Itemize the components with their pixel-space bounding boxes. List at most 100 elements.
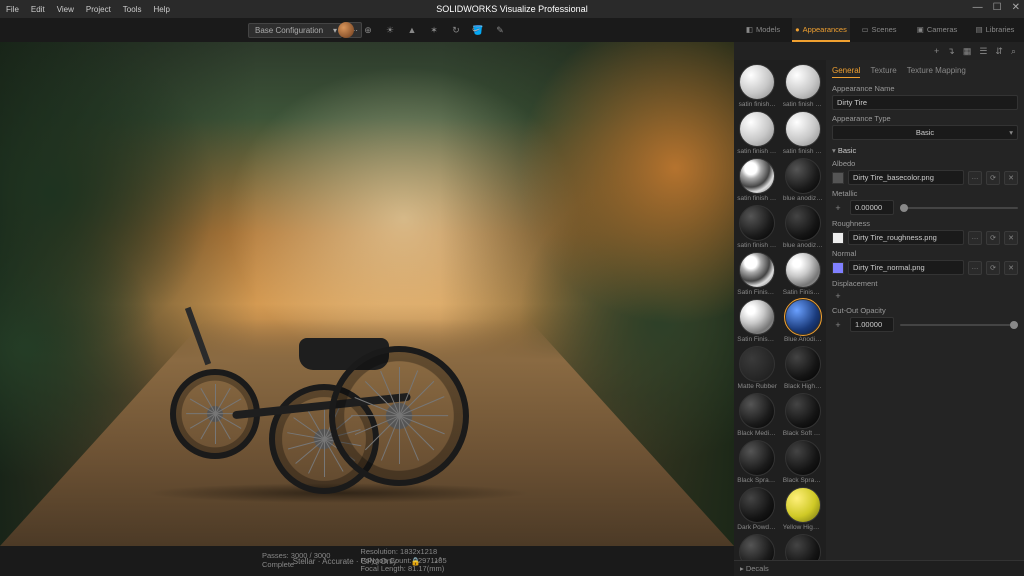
material-ball-icon bbox=[785, 111, 821, 147]
appearance-name-field[interactable]: Dirty Tire bbox=[832, 95, 1018, 110]
tab-libraries[interactable]: ▤Libraries bbox=[966, 18, 1024, 42]
normal-reload-icon[interactable]: ⟳ bbox=[986, 261, 1000, 275]
maximize-icon[interactable]: ☐ bbox=[993, 2, 1002, 13]
material-ball-icon bbox=[739, 158, 775, 194]
sort-icon[interactable]: ⇵ bbox=[995, 46, 1003, 57]
viewport[interactable] bbox=[0, 42, 734, 546]
appearance-label: Matte Rubber bbox=[737, 383, 777, 390]
appearance-label: Satin Finish… bbox=[737, 336, 777, 343]
tab-cameras[interactable]: ▣Cameras bbox=[908, 18, 966, 42]
proptab-general[interactable]: General bbox=[832, 64, 860, 78]
menu-project[interactable]: Project bbox=[86, 5, 111, 14]
albedo-chip[interactable] bbox=[832, 172, 844, 184]
menu-tools[interactable]: Tools bbox=[123, 5, 142, 14]
albedo-texture-field[interactable]: Dirty Tire_basecolor.png bbox=[848, 170, 964, 185]
appearance-swatch[interactable]: Black Soft T… bbox=[782, 393, 825, 437]
normal-browse-button[interactable]: … bbox=[968, 261, 982, 275]
grid-view-icon[interactable]: ▦ bbox=[963, 46, 972, 57]
toolbar-wand-icon[interactable]: ✎ bbox=[492, 22, 508, 38]
albedo-reload-icon[interactable]: ⟳ bbox=[986, 171, 1000, 185]
import-button[interactable]: ↴ bbox=[947, 46, 955, 57]
appearance-swatch[interactable]: Black High… bbox=[782, 346, 825, 390]
roughness-browse-button[interactable]: … bbox=[968, 231, 982, 245]
section-basic[interactable]: Basic bbox=[832, 146, 1018, 155]
appearance-swatch[interactable]: Yellow High… bbox=[782, 487, 825, 531]
appearance-library[interactable]: satin finish…satin finish s…satin finish… bbox=[734, 60, 826, 560]
toolbar-refresh-icon[interactable]: ↻ bbox=[448, 22, 464, 38]
roughness-reload-icon[interactable]: ⟳ bbox=[986, 231, 1000, 245]
appearance-label: Black Soft T… bbox=[783, 430, 823, 437]
material-ball-icon bbox=[739, 205, 775, 241]
filter-icon[interactable]: ⌕ bbox=[1011, 46, 1016, 57]
roughness-label: Roughness bbox=[832, 219, 1018, 228]
appearance-type-label: Appearance Type bbox=[832, 114, 1018, 123]
appearance-swatch[interactable]: blue anodiz… bbox=[782, 205, 825, 249]
appearance-swatch[interactable]: satin finish s… bbox=[782, 64, 825, 108]
lock-icon[interactable]: 🔒 bbox=[411, 557, 421, 566]
menu-view[interactable]: View bbox=[57, 5, 74, 14]
appearance-type-select[interactable]: Basic bbox=[832, 125, 1018, 140]
material-ball-icon bbox=[785, 346, 821, 382]
properties-panel: General Texture Texture Mapping Appearan… bbox=[826, 60, 1024, 560]
cutout-add-icon[interactable]: + bbox=[832, 319, 844, 331]
toolbar-axes-icon[interactable]: ✶ bbox=[426, 22, 442, 38]
configuration-select[interactable]: Base Configuration bbox=[248, 23, 342, 38]
appearance-swatch[interactable]: Black Mediu… bbox=[736, 393, 779, 437]
appearance-swatch[interactable]: Blue Anodi… bbox=[782, 299, 825, 343]
appearance-swatch[interactable]: Satin Finish… bbox=[736, 252, 779, 296]
appearance-swatch[interactable]: blue anodiz… bbox=[782, 158, 825, 202]
appearance-swatch[interactable]: Black Spray… bbox=[736, 440, 779, 484]
appearance-label: satin finish s… bbox=[783, 101, 823, 108]
cutout-slider[interactable] bbox=[900, 324, 1018, 326]
material-ball-icon bbox=[739, 487, 775, 523]
appearance-swatch[interactable]: Dirty Tire 2 bbox=[782, 534, 825, 560]
normal-clear-icon[interactable]: ✕ bbox=[1004, 261, 1018, 275]
minimize-icon[interactable]: — bbox=[973, 2, 983, 13]
albedo-browse-button[interactable]: … bbox=[968, 171, 982, 185]
displacement-add-icon[interactable]: + bbox=[832, 290, 844, 302]
material-preset-icon[interactable] bbox=[338, 22, 354, 38]
appearance-swatch[interactable]: satin finish… bbox=[736, 64, 779, 108]
toolbar-mesh-icon[interactable]: ▲ bbox=[404, 22, 420, 38]
close-icon[interactable]: ✕ bbox=[1012, 2, 1020, 13]
list-view-icon[interactable]: ☰ bbox=[979, 46, 987, 57]
toolbar-bucket-icon[interactable]: 🪣 bbox=[470, 22, 486, 38]
appearance-swatch[interactable]: satin finish s… bbox=[736, 158, 779, 202]
appearance-swatch[interactable]: satin finish s… bbox=[736, 111, 779, 155]
appearance-swatch[interactable]: Dirty Tire bbox=[736, 534, 779, 560]
tab-appearances[interactable]: ●Appearances bbox=[792, 18, 850, 42]
add-button[interactable]: + bbox=[934, 46, 939, 56]
proptab-mapping[interactable]: Texture Mapping bbox=[907, 64, 966, 78]
toolbar-globe-icon[interactable]: ⊕ bbox=[360, 22, 376, 38]
appearance-swatch[interactable]: Satin Finish… bbox=[782, 252, 825, 296]
decals-section[interactable]: ▸ Decals bbox=[734, 560, 1024, 576]
roughness-texture-field[interactable]: Dirty Tire_roughness.png bbox=[848, 230, 964, 245]
sphere-icon: ● bbox=[795, 25, 800, 34]
tab-models[interactable]: ◧Models bbox=[734, 18, 792, 42]
appearance-label: Satin Finish… bbox=[783, 289, 823, 296]
cutout-value-field[interactable]: 1.00000 bbox=[850, 317, 894, 332]
menu-file[interactable]: File bbox=[6, 5, 19, 14]
appearance-swatch[interactable]: Matte Rubber bbox=[736, 346, 779, 390]
appearance-swatch[interactable]: satin finish s… bbox=[736, 205, 779, 249]
proptab-texture[interactable]: Texture bbox=[870, 64, 896, 78]
normal-texture-field[interactable]: Dirty Tire_normal.png bbox=[848, 260, 964, 275]
metallic-slider[interactable] bbox=[900, 207, 1018, 209]
metallic-add-icon[interactable]: + bbox=[832, 202, 844, 214]
appearance-swatch[interactable]: Satin Finish… bbox=[736, 299, 779, 343]
menu-edit[interactable]: Edit bbox=[31, 5, 45, 14]
appearance-label: satin finish… bbox=[737, 101, 777, 108]
albedo-clear-icon[interactable]: ✕ bbox=[1004, 171, 1018, 185]
normal-chip[interactable] bbox=[832, 262, 844, 274]
tab-scenes[interactable]: ▭Scenes bbox=[850, 18, 908, 42]
appearance-swatch[interactable]: satin finish s… bbox=[782, 111, 825, 155]
roughness-chip[interactable] bbox=[832, 232, 844, 244]
appearance-swatch[interactable]: Black Spray… bbox=[782, 440, 825, 484]
menu-help[interactable]: Help bbox=[153, 5, 169, 14]
appearance-swatch[interactable]: Dark Powde… bbox=[736, 487, 779, 531]
toolbar-sun-icon[interactable]: ☀ bbox=[382, 22, 398, 38]
roughness-clear-icon[interactable]: ✕ bbox=[1004, 231, 1018, 245]
material-ball-icon bbox=[739, 111, 775, 147]
expand-icon[interactable]: ⤢ bbox=[435, 556, 441, 566]
metallic-value-field[interactable]: 0.00000 bbox=[850, 200, 894, 215]
